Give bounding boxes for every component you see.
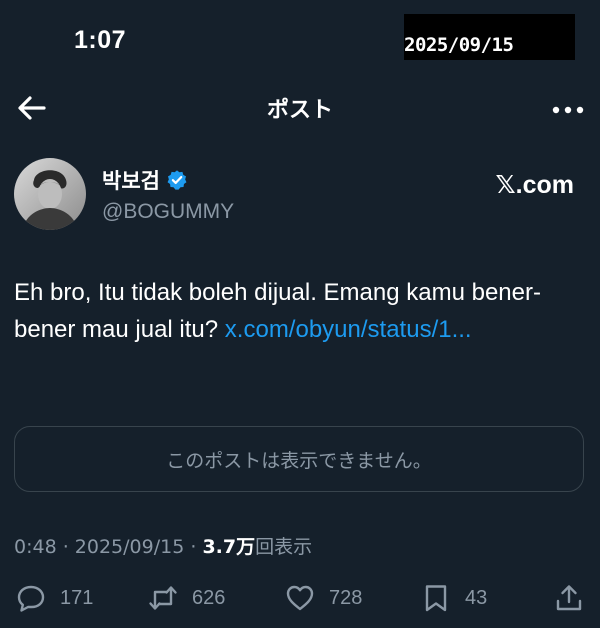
more-options-button[interactable] <box>548 90 588 126</box>
status-bar-time: 1:07 <box>74 26 127 54</box>
author-name-row: 박보검 <box>102 165 188 195</box>
date-stamp-text: 2025/09/15 <box>404 34 514 56</box>
quoted-post-unavailable-text: このポストは表示できません。 <box>166 450 432 472</box>
meta-separator: · <box>56 536 75 558</box>
page-title: ポスト <box>266 98 333 123</box>
author-name[interactable]: 박보검 <box>102 165 160 195</box>
tweet-detail-screen: 1:07 2025/09/15 ポスト 박보검 @BOGUMMY 𝕏.com E… <box>0 0 600 628</box>
bookmark-count: 43 <box>465 586 488 609</box>
quoted-post-box: このポストは表示できません。 <box>14 426 584 492</box>
post-time: 0:48 <box>14 536 57 558</box>
reply-count: 171 <box>60 586 94 609</box>
repost-count: 626 <box>192 586 226 609</box>
views-label: 回表示 <box>255 536 313 558</box>
avatar[interactable] <box>14 158 86 230</box>
meta-separator-2: · <box>184 536 203 558</box>
share-button[interactable] <box>554 578 584 618</box>
reply-button[interactable]: 171 <box>16 578 93 618</box>
more-horizontal-icon <box>552 106 584 114</box>
like-count: 728 <box>329 586 363 609</box>
avatar-image <box>14 158 86 230</box>
site-label: 𝕏.com <box>495 171 575 199</box>
bookmark-button[interactable]: 43 <box>421 578 487 618</box>
verified-badge-icon <box>167 170 187 190</box>
post-date: 2025/09/15 <box>74 536 185 558</box>
share-icon <box>556 585 582 611</box>
reply-icon <box>17 585 45 612</box>
action-bar: 171 626 728 43 <box>0 578 600 618</box>
date-stamp: 2025/09/15 <box>404 14 575 60</box>
bookmark-icon <box>425 585 447 612</box>
heart-icon <box>286 585 314 611</box>
tweet-link[interactable]: x.com/obyun/status/1... <box>225 316 472 343</box>
tweet-text: Eh bro, Itu tidak boleh dijual. Emang ka… <box>14 274 586 348</box>
repost-icon <box>149 586 177 610</box>
author-handle[interactable]: @BOGUMMY <box>102 200 234 224</box>
like-button[interactable]: 728 <box>285 578 362 618</box>
views-count[interactable]: 3.7万 <box>202 536 255 558</box>
repost-button[interactable]: 626 <box>148 578 225 618</box>
post-metadata: 0:48 · 2025/09/15 · 3.7万回表示 <box>14 532 312 559</box>
header: ポスト <box>0 84 600 130</box>
